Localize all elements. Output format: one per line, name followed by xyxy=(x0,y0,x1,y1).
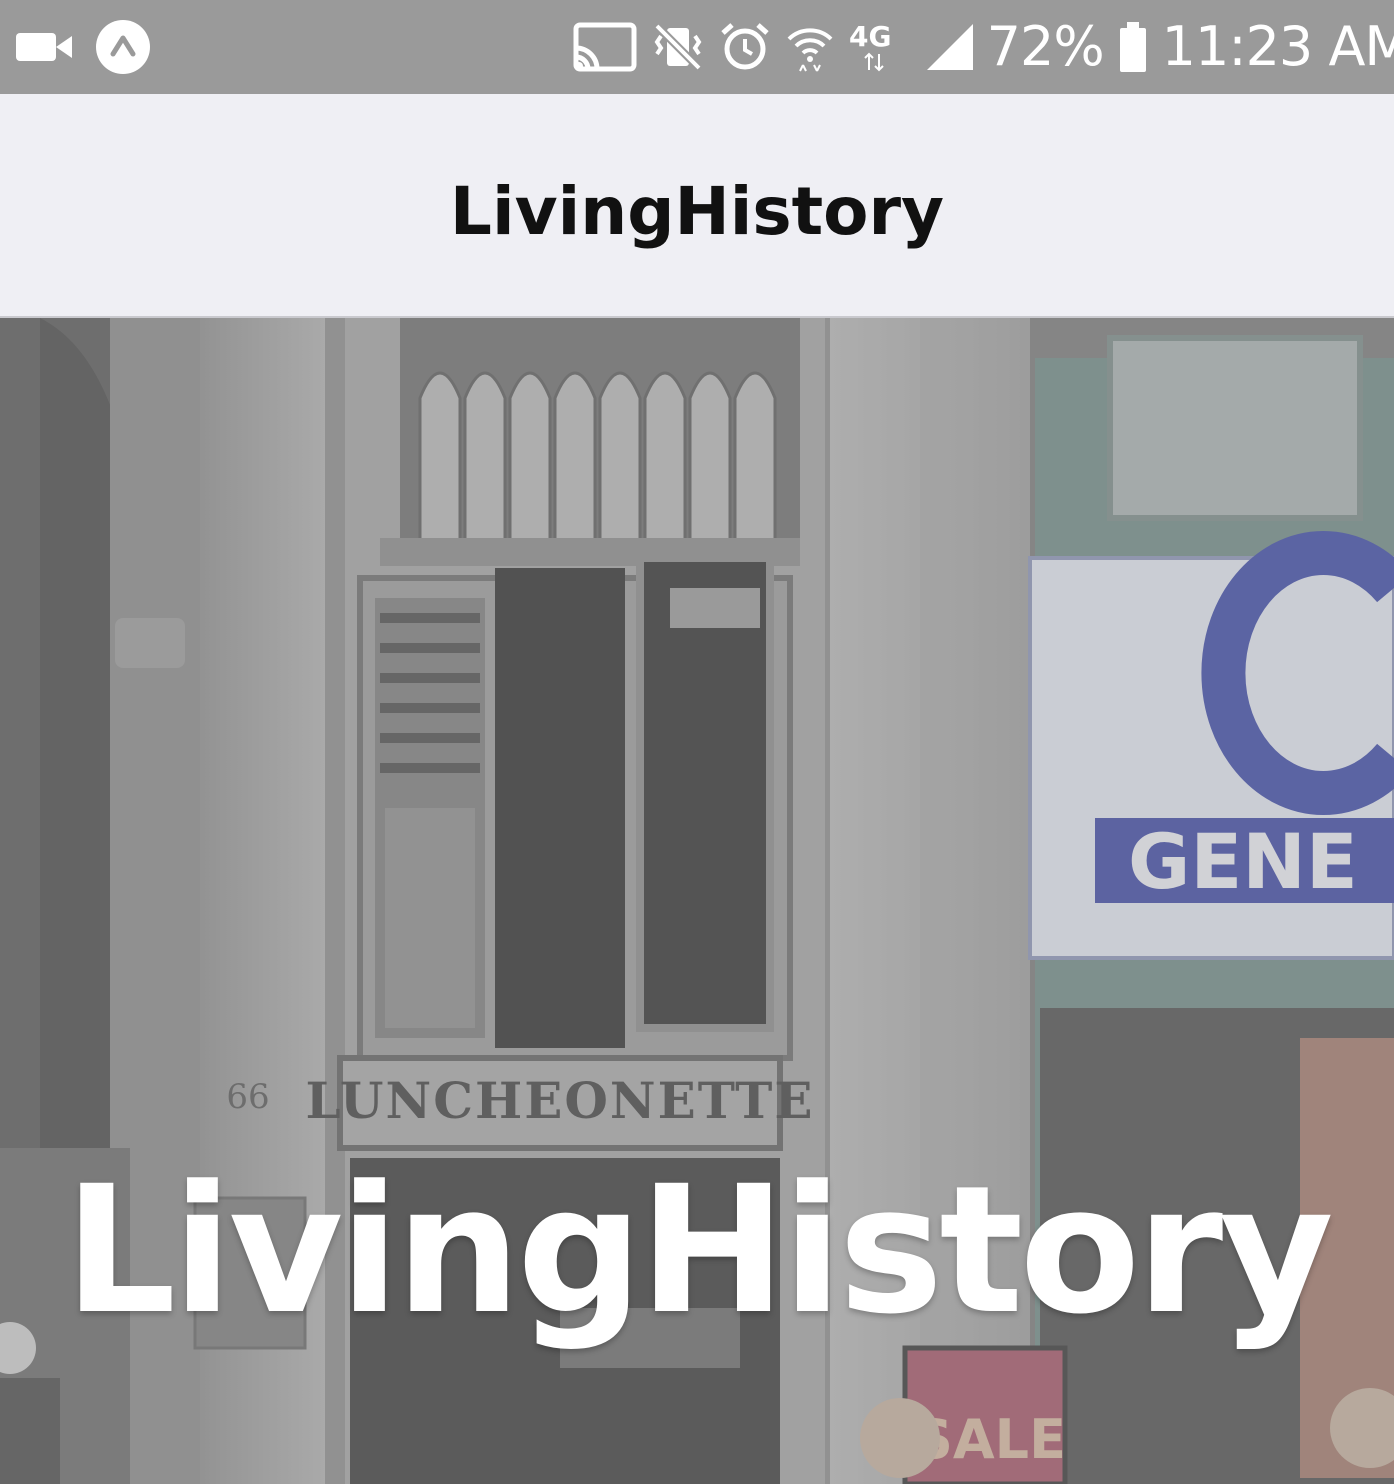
status-bar: 4G 72% 11:23 AM xyxy=(0,0,1394,94)
status-bar-left xyxy=(16,0,152,94)
signal-icon xyxy=(926,22,973,72)
hero-banner: LUNCHEONETTE 66 GENE SALE LivingHistory xyxy=(0,318,1394,1484)
navigation-icon xyxy=(94,18,152,76)
hero-title: LivingHistory xyxy=(64,1148,1334,1353)
vibrate-mute-icon xyxy=(651,22,705,72)
battery-icon xyxy=(1118,20,1148,74)
battery-percentage: 72% xyxy=(986,15,1105,78)
app-header: LivingHistory xyxy=(0,94,1394,318)
lte-icon: 4G xyxy=(849,20,913,74)
video-camera-icon xyxy=(16,30,72,64)
clock: 11:23 AM xyxy=(1161,15,1394,78)
svg-text:4G: 4G xyxy=(849,20,891,53)
alarm-icon xyxy=(719,21,771,73)
status-bar-right: 4G 72% 11:23 AM xyxy=(573,0,1394,94)
wifi-icon xyxy=(785,21,835,73)
cast-icon xyxy=(573,22,637,72)
app-title: LivingHistory xyxy=(449,172,945,250)
